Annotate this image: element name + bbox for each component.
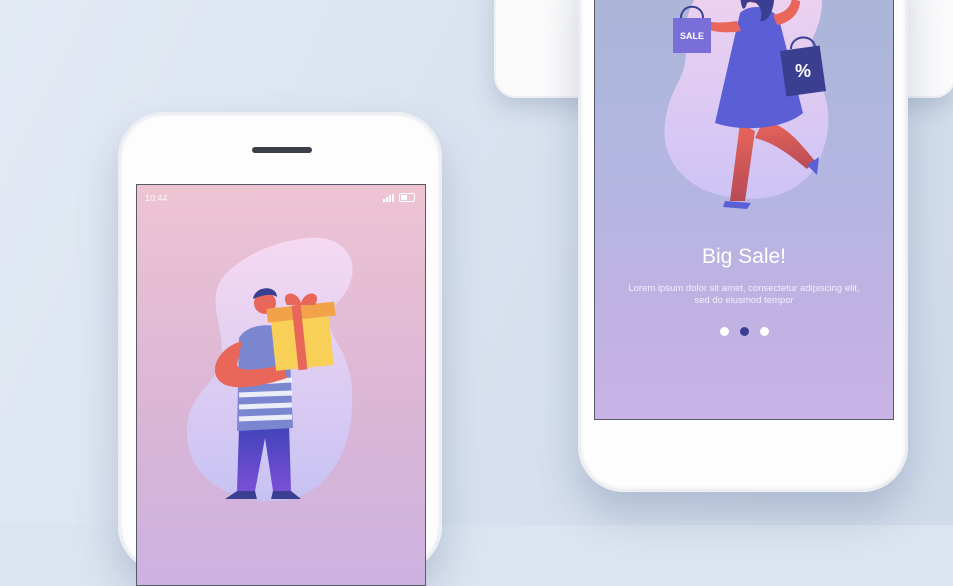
page-dot-2-active[interactable]: [739, 327, 749, 336]
battery-icon: [399, 193, 415, 202]
onboarding-title: Big Sale!: [701, 245, 787, 268]
left-phone: 10:44: [118, 112, 442, 586]
right-phone-screen[interactable]: SALE % Big Sale! Lorem ipsum dolor sit a…: [594, 0, 894, 420]
right-phone: SALE % Big Sale! Lorem ipsum dolor sit a…: [578, 0, 908, 492]
page-dot-1[interactable]: [719, 327, 729, 336]
woman-shopping-bags-icon: SALE %: [664, 0, 829, 209]
left-phone-screen[interactable]: 10:44: [136, 184, 426, 586]
status-time: 10:44: [145, 193, 168, 203]
page-dot-3[interactable]: [759, 327, 769, 336]
sale-bag-label: SALE: [680, 31, 704, 41]
page-indicator: [595, 327, 893, 336]
percent-bag-label: %: [795, 61, 811, 81]
man-holding-gift-icon: [186, 237, 353, 502]
speaker-grille: [252, 147, 312, 153]
onboarding-body: Lorem ipsum dolor sit amet, consectetur …: [628, 283, 860, 306]
status-icons: [383, 193, 415, 202]
signal-bars-icon: [383, 194, 394, 202]
